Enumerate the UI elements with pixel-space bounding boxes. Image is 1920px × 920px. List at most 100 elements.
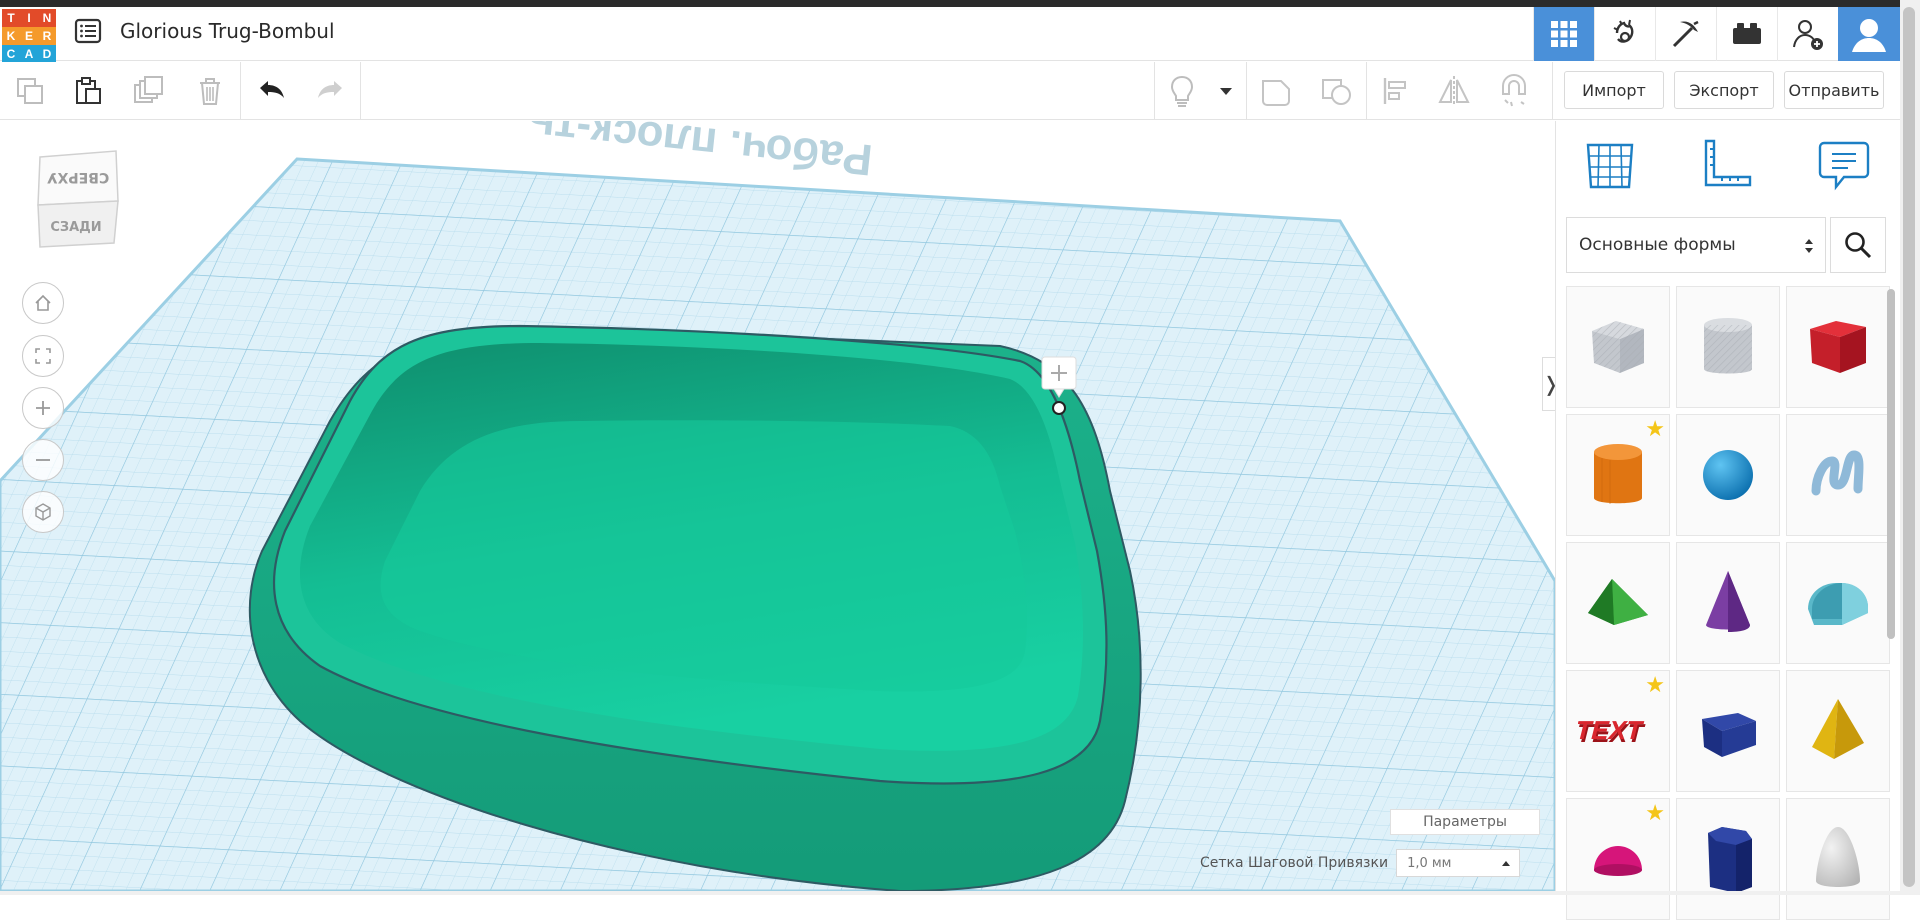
list-menu-icon (74, 18, 102, 44)
text-shape[interactable]: ★ TEXT TEXT (1566, 670, 1670, 792)
cruise-button[interactable] (1494, 71, 1534, 111)
zoom-in-icon (36, 401, 50, 415)
half-sphere-icon (1594, 846, 1642, 876)
gears-view-icon (1613, 19, 1634, 43)
snap-grid-control: Сетка Шаговой Привязки 1,0 мм (1200, 848, 1521, 878)
toolbar-separator (1552, 62, 1553, 120)
duplicate-icon (134, 76, 163, 103)
user-avatar-button[interactable] (1838, 7, 1900, 61)
invite-user-button[interactable] (1777, 7, 1838, 61)
fit-view-button[interactable] (22, 335, 64, 377)
select-updown-icon (1805, 239, 1813, 253)
user-avatar (1845, 10, 1893, 58)
window-bottom-strip (0, 891, 1900, 895)
undo-icon (260, 81, 284, 98)
cone-icon (1706, 571, 1750, 632)
pyramid-shape[interactable] (1786, 670, 1890, 792)
cylinder-shape[interactable]: ★ (1566, 414, 1670, 536)
paste-icon (76, 77, 101, 104)
redo-icon (318, 81, 342, 98)
box-hole-shape[interactable] (1566, 286, 1670, 408)
panel-tabs (1556, 121, 1901, 209)
shape-category-select[interactable]: Основные формы (1566, 217, 1826, 273)
page-scrollbar-thumb[interactable] (1903, 7, 1915, 887)
perspective-button[interactable] (22, 491, 64, 533)
design-title[interactable]: Glorious Trug-Bombul (120, 19, 335, 43)
view-cube-top-label: СВЕРХУ (47, 169, 110, 185)
align-button[interactable] (1376, 71, 1416, 111)
grid-view-button[interactable] (1533, 7, 1594, 61)
ungroup-button[interactable] (1316, 71, 1356, 111)
polygon-shape[interactable] (1676, 798, 1780, 920)
design-list-button[interactable] (72, 15, 104, 47)
view-cube-back-label: СЗАДИ (50, 220, 101, 235)
snap-grid-value: 1,0 мм (1407, 855, 1452, 871)
view-cube[interactable]: СВЕРХУ СЗАДИ (30, 147, 120, 252)
blocks-view-button[interactable] (1594, 7, 1655, 61)
shapes-scrollbar[interactable] (1887, 289, 1895, 639)
app-header: TINKERCAD Glorious Trug-Bombul (0, 7, 1900, 63)
group-icon (1262, 80, 1290, 106)
paraboloid-icon (1816, 827, 1860, 887)
duplicate-button[interactable] (128, 71, 168, 111)
delete-button[interactable] (190, 71, 230, 111)
shapes-panel: Основные формы ★ ★ TEXT TEXT ★ (1555, 121, 1901, 920)
top-nav (1533, 7, 1900, 61)
group-button[interactable] (1256, 71, 1296, 111)
wedge-icon (1702, 713, 1756, 757)
workplane-tab[interactable] (1582, 137, 1638, 193)
cylinder-hole-shape[interactable] (1676, 286, 1780, 408)
3d-viewport[interactable]: Рабоч. плоск-ть СВЕРХУ СЗАДИ Параметры С… (0, 121, 1555, 891)
sphere-shape[interactable] (1676, 414, 1780, 536)
zoom-out-button[interactable] (22, 439, 64, 481)
tinkercad-logo[interactable]: TINKERCAD (2, 9, 56, 63)
caret-up-icon (1502, 861, 1511, 866)
grid-view-icon (1551, 21, 1577, 47)
export-button[interactable]: Экспорт (1674, 71, 1774, 109)
logo-tile: T (2, 9, 20, 27)
mirror-button[interactable] (1434, 71, 1474, 111)
pyramid-icon (1812, 699, 1864, 759)
notes-tab[interactable] (1816, 137, 1872, 193)
bricks-icon (1733, 23, 1761, 44)
box-shape[interactable] (1786, 286, 1890, 408)
ruler-tab[interactable] (1698, 137, 1754, 193)
zoom-out-icon (36, 459, 50, 461)
show-dropdown-button[interactable] (1206, 71, 1246, 111)
parameters-button[interactable]: Параметры (1390, 809, 1540, 835)
logo-tile: I (20, 9, 38, 27)
toolbar-separator (360, 62, 361, 120)
scribble-shape[interactable] (1786, 414, 1890, 536)
snap-grid-select[interactable]: 1,0 мм (1396, 849, 1521, 877)
copy-button[interactable] (10, 71, 50, 111)
roof-shape[interactable] (1566, 542, 1670, 664)
bricks-mode-button[interactable] (1655, 7, 1716, 61)
home-view-button[interactable] (22, 282, 64, 324)
half-sphere-shape[interactable]: ★ (1566, 798, 1670, 920)
favorite-star-icon: ★ (1645, 801, 1665, 826)
import-button[interactable]: Импорт (1564, 71, 1664, 109)
edge-handle[interactable] (1052, 401, 1066, 415)
dropdown-caret-icon (1220, 88, 1232, 95)
roof-icon (1588, 579, 1648, 625)
show-all-button[interactable] (1162, 71, 1202, 111)
toolbar-separator (240, 62, 241, 120)
notes-icon (1818, 141, 1870, 191)
sim-lab-button[interactable] (1716, 7, 1777, 61)
round-roof-shape[interactable] (1786, 542, 1890, 664)
redo-button[interactable] (310, 71, 350, 111)
paraboloid-shape[interactable] (1786, 798, 1890, 920)
logo-tile: E (20, 27, 38, 45)
cone-shape[interactable] (1676, 542, 1780, 664)
fit-view-icon (35, 348, 51, 364)
undo-button[interactable] (252, 71, 292, 111)
search-icon (1845, 232, 1872, 259)
wedge-shape[interactable] (1676, 670, 1780, 792)
paste-button[interactable] (68, 71, 108, 111)
shape-search-button[interactable] (1830, 217, 1886, 273)
shape-category-value: Основные формы (1579, 235, 1736, 255)
shape-library-grid: ★ ★ TEXT TEXT ★ (1566, 286, 1890, 920)
send-to-button[interactable]: Отправить (1784, 71, 1884, 109)
zoom-in-button[interactable] (22, 387, 64, 429)
workplane-scene[interactable]: Рабоч. плоск-ть (0, 121, 1555, 891)
